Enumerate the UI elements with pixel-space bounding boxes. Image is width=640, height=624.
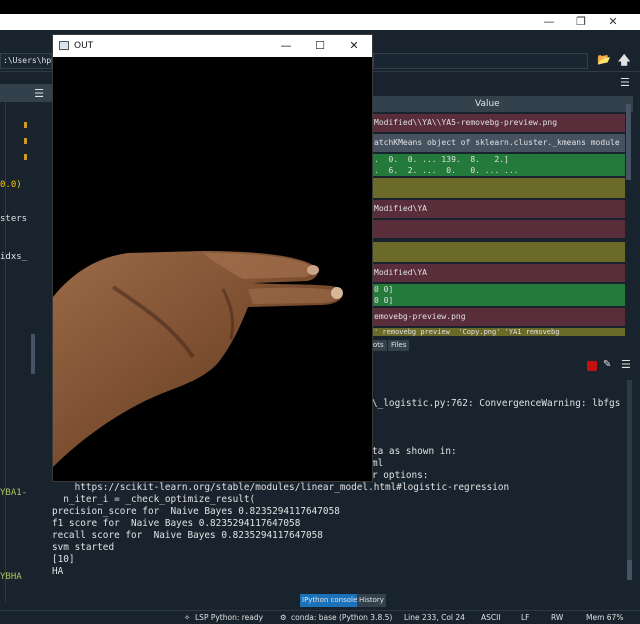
memory-usage: Mem 67% xyxy=(586,613,624,622)
variable-explorer-menu-icon[interactable]: ☰ xyxy=(620,76,630,89)
variable-row[interactable]: ' removebg preview 'Copy.png' 'YA1 remov… xyxy=(373,328,625,336)
console-line: HA xyxy=(52,566,64,577)
editor-line: YBHA xyxy=(0,572,22,582)
console-line: n_iter_i = _check_optimize_result( xyxy=(52,494,256,505)
hamburger-menu-icon[interactable]: ☰ xyxy=(34,87,44,100)
conda-env-status[interactable]: conda: base (Python 3.8.5) xyxy=(291,612,392,624)
out-window-title: OUT xyxy=(74,41,94,51)
editor-marker xyxy=(24,122,27,128)
console-line: recall score for Naive Bayes 0.823529411… xyxy=(52,530,323,541)
variable-row[interactable] xyxy=(373,220,625,238)
variable-row[interactable]: Modified\YA xyxy=(373,264,625,282)
folder-icon[interactable]: 📂 xyxy=(597,54,611,66)
editor-line: sters xyxy=(0,214,28,224)
console-line: ml xyxy=(372,458,384,469)
console-menu-icon[interactable]: ☰ xyxy=(621,358,631,371)
path-input-left[interactable]: :\Users\hp\Desl xyxy=(0,53,52,69)
editor-line: YBA1- xyxy=(0,488,28,498)
variable-explorer: Value Modified\\YA\\YA5-removebg-preview… xyxy=(373,96,633,336)
lsp-status-icon: ✧ xyxy=(184,613,191,622)
console-line: svm started xyxy=(52,542,115,553)
variable-row[interactable]: 0 0] 0 0] xyxy=(373,284,625,306)
code-editor[interactable]: ☰ 0.0) sters idxs_ YBA1- YBHA xyxy=(0,84,52,604)
value-column-header[interactable]: Value xyxy=(373,96,633,112)
main-minimize-button[interactable]: — xyxy=(534,14,564,30)
variable-explorer-tabs: ots Files xyxy=(360,340,640,352)
lsp-status[interactable]: LSP Python: ready xyxy=(195,612,263,624)
console-line: r options: xyxy=(372,470,429,481)
console-header xyxy=(373,358,640,374)
tab-ipython-console[interactable]: IPython console xyxy=(300,594,360,607)
file-permissions: RW xyxy=(551,613,564,622)
main-close-button[interactable]: ✕ xyxy=(598,14,628,30)
tab-files[interactable]: Files xyxy=(388,340,410,351)
variable-row[interactable]: atchKMeans object of sklearn.cluster._km… xyxy=(373,134,625,152)
tab-history[interactable]: History xyxy=(357,594,386,607)
editor-gutter xyxy=(0,102,6,602)
console-scrollbar-track[interactable] xyxy=(627,380,632,580)
variable-row[interactable]: emovebg-preview.png xyxy=(373,308,625,326)
console-line: ta as shown in: xyxy=(372,446,457,457)
status-bar: ✧ LSP Python: ready ⚙ conda: base (Pytho… xyxy=(0,610,640,624)
editor-line: idxs_ xyxy=(0,252,28,262)
editor-scrollbar[interactable] xyxy=(31,334,35,374)
out-close-button[interactable]: ✕ xyxy=(337,35,371,57)
variable-row[interactable]: . 0. 0. ... 139. 8. 2.] . 6. 2. ... 0. 0… xyxy=(373,154,625,176)
desktop: — ❐ ✕ :\Users\hp\Desl 📂 🡅 ☰ 0.0) sters i… xyxy=(0,0,640,624)
console-line: \_logistic.py:762: ConvergenceWarning: l… xyxy=(372,398,621,409)
console-line: [10] xyxy=(52,554,75,565)
console-scrollbar-thumb[interactable] xyxy=(627,560,632,580)
editor-header: ☰ xyxy=(0,84,52,102)
path-input-right[interactable] xyxy=(373,53,588,69)
variable-row[interactable] xyxy=(373,178,625,198)
editor-marker xyxy=(24,138,27,144)
hand-gesture-image xyxy=(53,57,372,481)
out-image-canvas xyxy=(53,57,372,481)
console-line: f1 score for Naive Bayes 0.8235294117647… xyxy=(52,518,301,529)
editor-line: 0.0) xyxy=(0,180,22,190)
window-app-icon xyxy=(59,41,69,50)
variable-explorer-scrollbar[interactable] xyxy=(626,104,631,180)
console-line: https://scikit-learn.org/stable/modules/… xyxy=(52,482,510,493)
main-title-bar: — ❐ ✕ xyxy=(0,14,640,30)
top-strip xyxy=(0,0,640,14)
out-minimize-button[interactable]: — xyxy=(269,35,303,57)
variable-row[interactable] xyxy=(373,242,625,262)
line-endings: LF xyxy=(521,613,530,622)
console-tabs: IPython console History xyxy=(300,594,390,608)
variable-row[interactable]: Modified\YA xyxy=(373,200,625,218)
stop-icon[interactable] xyxy=(587,361,597,371)
file-encoding: ASCII xyxy=(481,613,501,622)
out-maximize-button[interactable]: ☐ xyxy=(303,35,337,57)
out-image-window[interactable]: OUT — ☐ ✕ xyxy=(52,34,373,482)
out-window-title-bar[interactable]: OUT — ☐ ✕ xyxy=(53,35,372,57)
cursor-position: Line 233, Col 24 xyxy=(404,613,465,622)
eraser-icon[interactable]: ✎ xyxy=(603,359,611,370)
console-line: precision_score for Naive Bayes 0.823529… xyxy=(52,506,340,517)
value-header-label: Value xyxy=(475,99,500,109)
main-maximize-button[interactable]: ❐ xyxy=(566,14,596,30)
arrow-up-icon[interactable]: 🡅 xyxy=(618,54,630,66)
conda-env-icon: ⚙ xyxy=(280,613,287,622)
variable-row[interactable]: Modified\\YA\\YA5-removebg-preview.png xyxy=(373,114,625,132)
editor-marker xyxy=(24,154,27,160)
